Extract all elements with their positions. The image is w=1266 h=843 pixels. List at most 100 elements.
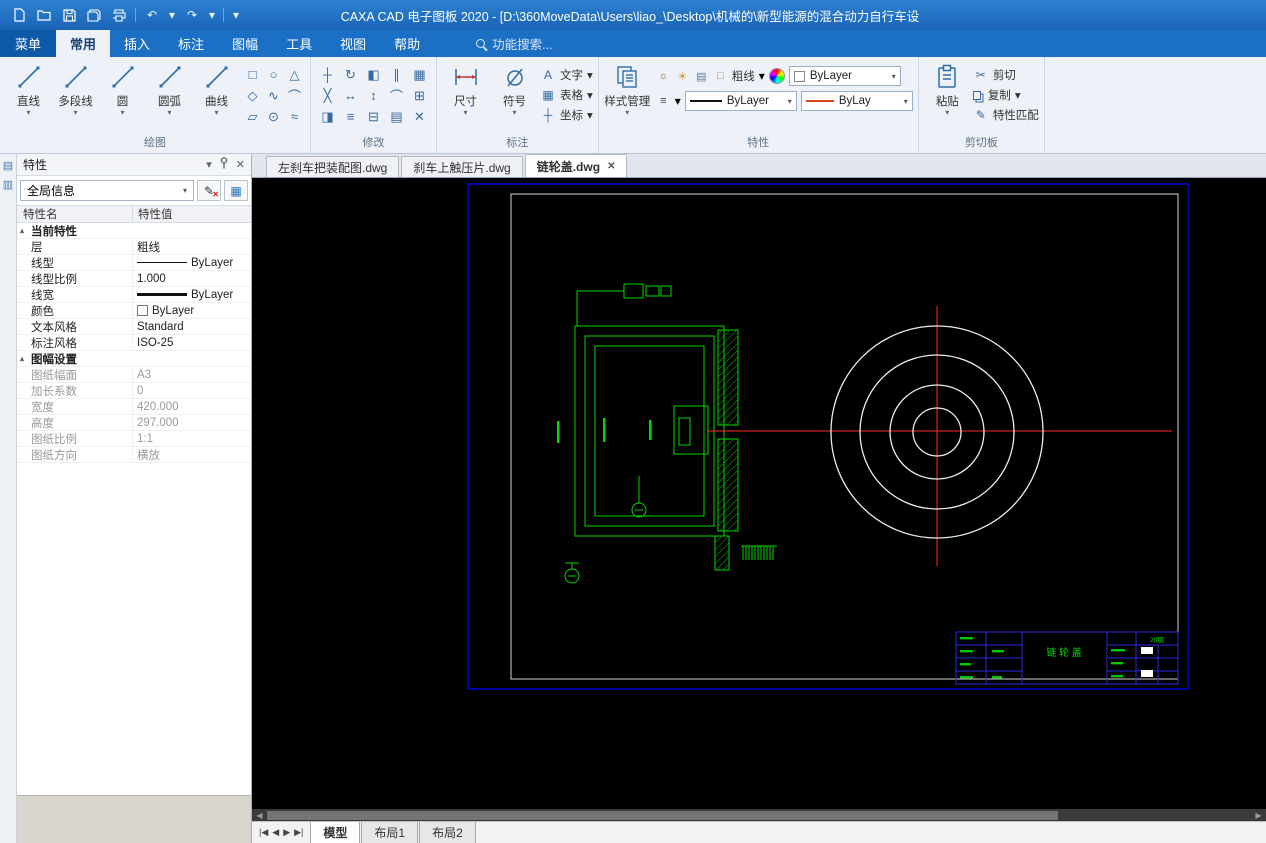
modify-tool-icon[interactable]: ↕	[362, 85, 385, 106]
edit-style-button[interactable]: ✎ ✕	[197, 180, 221, 201]
sheet-panel-tab-icon[interactable]: ▥	[3, 178, 13, 191]
layer-print-icon[interactable]: ▤	[694, 69, 709, 84]
open-file-icon[interactable]	[35, 6, 53, 24]
modify-tool-icon[interactable]: ⊞	[408, 85, 431, 106]
property-row[interactable]: ▴ 图纸比例 1:1	[17, 431, 251, 447]
draw-small-tool-icon[interactable]: ⊙	[263, 106, 284, 127]
modify-tool-icon[interactable]: ↔	[339, 85, 362, 106]
panel-dropdown-icon[interactable]: ▾	[206, 158, 212, 171]
annotate-tool-button[interactable]: ┼ 坐标 ▾	[540, 107, 593, 123]
scrollbar-thumb[interactable]	[267, 810, 1058, 820]
style-manager-button[interactable]: 样式管理 ▾	[604, 59, 651, 117]
ribbon-tab[interactable]: 插入	[110, 30, 164, 57]
layout-nav-icon[interactable]: ◀	[272, 827, 279, 838]
draw-tool-button[interactable]: 直线 ▾	[5, 59, 52, 117]
customize-toolbar-icon[interactable]: ▾	[231, 6, 241, 24]
close-panel-icon[interactable]: ✕	[236, 158, 245, 171]
layer-lock-icon[interactable]: □	[713, 69, 728, 84]
layer-on-icon[interactable]: ☼	[656, 69, 671, 84]
pick-object-button[interactable]: ▦	[224, 180, 248, 201]
property-row[interactable]: ▴ 线宽 ByLayer	[17, 287, 251, 303]
layout-tab[interactable]: 布局1	[361, 822, 419, 843]
property-row[interactable]: ▴ 宽度 420.000	[17, 399, 251, 415]
paste-button[interactable]: 粘贴 ▾	[924, 59, 971, 117]
ribbon-tab[interactable]: 工具	[272, 30, 326, 57]
dropdown-icon[interactable]: ▾	[512, 109, 516, 117]
expander-icon[interactable]: ▴	[20, 226, 28, 235]
current-layer-name[interactable]: 粗线	[732, 68, 755, 84]
dropdown-icon[interactable]: ▾	[463, 109, 467, 117]
redo-dropdown-icon[interactable]: ▾	[208, 6, 216, 24]
dropdown-icon[interactable]: ▾	[1015, 88, 1021, 102]
function-search[interactable]: 功能搜索...	[476, 30, 553, 57]
ribbon-tab[interactable]: 视图	[326, 30, 380, 57]
modify-tool-icon[interactable]: ✕	[408, 106, 431, 127]
lineweight-combo[interactable]: ByLay ▾	[800, 91, 913, 111]
modify-tool-icon[interactable]: ⌒	[385, 85, 408, 106]
match-properties-button[interactable]: ✎ 特性匹配	[973, 107, 1039, 123]
dimension-button[interactable]: 尺寸 ▾	[442, 59, 489, 117]
property-row[interactable]: ▴ 图纸幅面 A3	[17, 367, 251, 383]
document-tab[interactable]: 左刹车把装配图.dwg ✕	[266, 156, 400, 177]
draw-small-tool-icon[interactable]: □	[242, 64, 263, 85]
draw-small-tool-icon[interactable]: ∿	[263, 85, 284, 106]
scroll-left-icon[interactable]: ◀	[252, 811, 267, 820]
modify-tool-icon[interactable]: ⊟	[362, 106, 385, 127]
copy-button[interactable]: 复制 ▾	[972, 87, 1039, 103]
symbol-button[interactable]: 符号 ▾	[491, 59, 538, 117]
property-row[interactable]: ▴ 层 粗线	[17, 239, 251, 255]
layout-nav-icon[interactable]: ▶	[283, 827, 290, 838]
dropdown-icon[interactable]: ▾	[167, 109, 171, 117]
dropdown-icon[interactable]: ▾	[587, 88, 593, 102]
dropdown-icon[interactable]: ▾	[945, 109, 949, 117]
modify-tool-icon[interactable]: ↻	[339, 64, 362, 85]
color-wheel-icon[interactable]	[768, 68, 785, 84]
dropdown-icon[interactable]: ▾	[26, 109, 30, 117]
property-row[interactable]: ▴ 图纸方向 横放	[17, 447, 251, 463]
expander-icon[interactable]: ▴	[20, 354, 28, 363]
document-tab[interactable]: 刹车上触压片.dwg ✕	[401, 156, 523, 177]
property-row[interactable]: ▴ 高度 297.000	[17, 415, 251, 431]
property-row[interactable]: ▴ 线型比例 1.000	[17, 271, 251, 287]
properties-panel-tab-icon[interactable]: ▤	[3, 159, 13, 172]
scope-selector[interactable]: 全局信息 ▾	[20, 180, 194, 201]
dropdown-icon[interactable]: ▾	[587, 68, 593, 82]
layout-nav-icon[interactable]: |◀	[259, 827, 268, 838]
ribbon-tab[interactable]: 帮助	[380, 30, 434, 57]
dropdown-icon[interactable]: ▾	[625, 109, 629, 117]
layer-freeze-icon[interactable]: ☀	[675, 69, 690, 84]
property-row[interactable]: ▴ 文本风格 Standard	[17, 319, 251, 335]
scroll-right-icon[interactable]: ▶	[1251, 811, 1266, 820]
dropdown-icon[interactable]: ▾	[214, 109, 218, 117]
dropdown-icon[interactable]: ▾	[73, 109, 77, 117]
modify-tool-icon[interactable]: ◨	[316, 106, 339, 127]
property-row[interactable]: ▴ 颜色 ByLayer	[17, 303, 251, 319]
layout-tab[interactable]: 布局2	[419, 822, 476, 843]
draw-small-tool-icon[interactable]: ≈	[284, 106, 305, 127]
drawing-canvas[interactable]: 链 轮 盖 20钢	[252, 178, 1266, 809]
save-all-icon[interactable]	[85, 6, 103, 24]
save-icon[interactable]	[60, 6, 78, 24]
horizontal-scrollbar[interactable]: ◀ ▶	[252, 809, 1266, 821]
layout-tab[interactable]: 模型	[310, 822, 361, 843]
linetype-combo[interactable]: ByLayer ▾	[684, 91, 797, 111]
dropdown-icon[interactable]: ▾	[587, 108, 593, 122]
modify-tool-icon[interactable]: ≡	[339, 106, 362, 127]
modify-tool-icon[interactable]: ╳	[316, 85, 339, 106]
property-row[interactable]: ▴ 当前特性	[17, 223, 251, 239]
dropdown-icon[interactable]: ▾	[120, 109, 124, 117]
property-row[interactable]: ▴ 图幅设置	[17, 351, 251, 367]
document-tab[interactable]: 链轮盖.dwg ✕	[524, 154, 628, 177]
undo-dropdown-icon[interactable]: ▾	[168, 6, 176, 24]
draw-small-tool-icon[interactable]: ▱	[242, 106, 263, 127]
menu-button[interactable]: 菜单	[0, 30, 57, 57]
print-icon[interactable]	[110, 6, 128, 24]
color-combo[interactable]: ByLayer ▾	[788, 66, 901, 86]
redo-icon[interactable]: ↷	[183, 6, 201, 24]
cut-button[interactable]: ✂ 剪切	[973, 67, 1039, 83]
layout-nav-icon[interactable]: ▶|	[294, 827, 303, 838]
ribbon-tab[interactable]: 图幅	[218, 30, 272, 57]
draw-tool-button[interactable]: 多段线 ▾	[52, 59, 99, 117]
annotate-tool-button[interactable]: ▦ 表格 ▾	[540, 87, 593, 103]
draw-small-tool-icon[interactable]: ⌒	[284, 85, 305, 106]
